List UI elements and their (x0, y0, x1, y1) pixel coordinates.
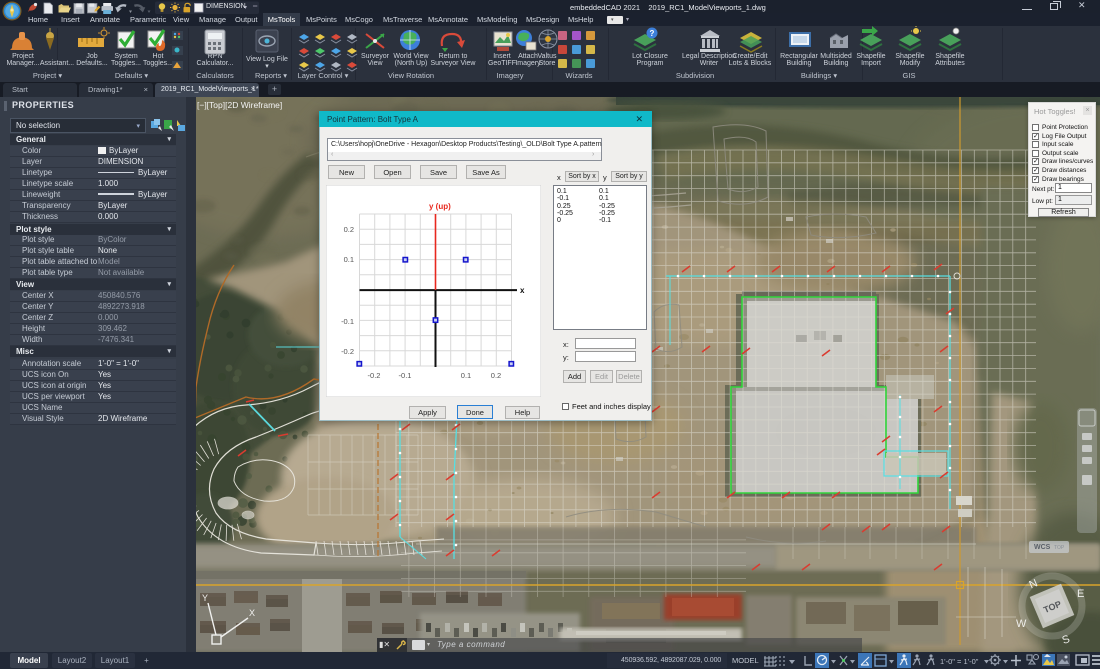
svg-text:Y: Y (202, 593, 208, 603)
svg-text:-0.1: -0.1 (399, 371, 412, 380)
svg-text:1'-0" = 1'-0": 1'-0" = 1'-0" (940, 657, 979, 666)
svg-text:TOP: TOP (1054, 545, 1065, 551)
svg-text:X: X (249, 608, 255, 618)
svg-text:E: E (1077, 588, 1084, 600)
svg-text:-0.2: -0.2 (341, 347, 354, 356)
svg-text:?: ? (650, 29, 655, 38)
svg-text:0.1: 0.1 (461, 371, 471, 380)
svg-text:0.2: 0.2 (491, 371, 501, 380)
svg-text:W: W (1016, 618, 1027, 630)
svg-text:WCS: WCS (1034, 544, 1051, 551)
svg-text:0.1: 0.1 (344, 255, 354, 264)
svg-text:-0.2: -0.2 (368, 371, 381, 380)
svg-text:x: x (520, 286, 525, 295)
svg-text:-0.1: -0.1 (341, 317, 354, 326)
svg-text:y (up): y (up) (429, 202, 451, 211)
svg-text:0.2: 0.2 (344, 225, 354, 234)
